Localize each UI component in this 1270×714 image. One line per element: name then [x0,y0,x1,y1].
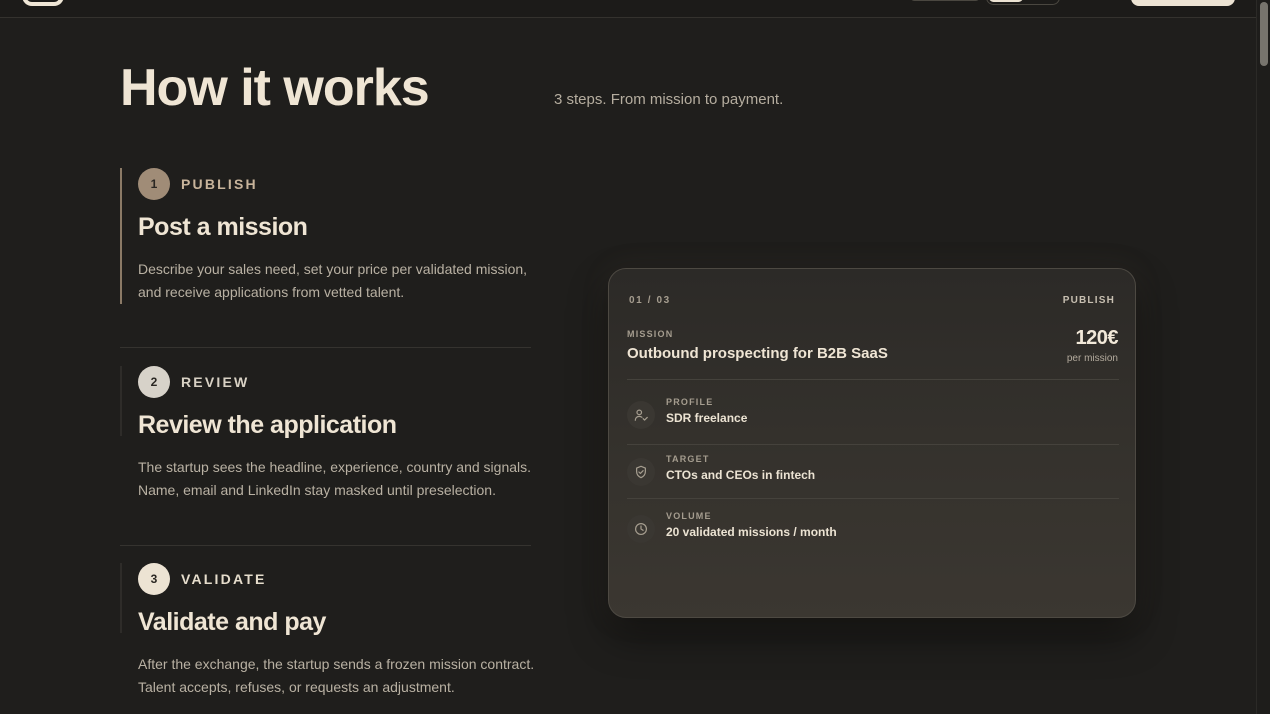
card-step-counter: 01 / 03 [629,295,671,306]
nav-cta-button[interactable] [1131,0,1235,6]
step-header: 3 VALIDATE [138,563,267,595]
row-value: 20 validated missions / month [666,525,837,539]
step-divider [120,545,531,546]
scrollbar-thumb[interactable] [1260,2,1268,66]
step-title: Post a mission [138,213,308,241]
step-header: 2 REVIEW [138,366,249,398]
logo[interactable] [22,0,64,6]
card-stage-label: PUBLISH [1062,295,1115,306]
step-label: PUBLISH [181,176,258,192]
user-check-icon [627,401,655,429]
step-active-rail [120,168,122,304]
step-description: Describe your sales need, set your price… [138,261,528,300]
mission-preview-card: 01 / 03 PUBLISH MISSION Outbound prospec… [608,268,1136,618]
mode-toggle-knob [989,0,1023,2]
mission-price-unit: per mission [1066,353,1118,364]
step-number-badge: 2 [138,366,170,398]
row-label: PROFILE [666,397,714,407]
mode-toggle[interactable] [986,0,1060,5]
step-description: After the exchange, the startup sends a … [138,656,535,695]
row-value: CTOs and CEOs in fintech [666,468,816,482]
mission-price: 120€ [1075,327,1119,349]
row-label: VOLUME [666,511,712,521]
step-label: VALIDATE [181,571,267,587]
step-rail [120,563,122,633]
card-divider [627,379,1119,380]
card-divider [627,498,1119,499]
row-label: TARGET [666,454,710,464]
page-scrollbar[interactable] [1256,0,1270,714]
step-title: Review the application [138,411,397,439]
top-nav [0,0,1256,18]
step-title: Validate and pay [138,608,326,636]
step-description: The startup sees the headline, experienc… [138,459,532,498]
step-divider [120,347,531,348]
section-title: How it works [120,59,430,117]
shield-check-icon [627,458,655,486]
row-value: SDR freelance [666,411,748,425]
step-label: REVIEW [181,374,250,390]
step-rail [120,366,122,436]
mission-title: Outbound prospecting for B2B SaaS [627,345,888,362]
card-divider [627,444,1119,445]
step-header: 1 PUBLISH [138,168,258,200]
step-number-badge: 3 [138,563,170,595]
clock-icon [627,515,655,543]
nav-button[interactable] [910,0,980,1]
step-number-badge: 1 [138,168,170,200]
section-subtitle: 3 steps. From mission to payment. [554,91,784,108]
mission-kicker: MISSION [627,329,674,339]
